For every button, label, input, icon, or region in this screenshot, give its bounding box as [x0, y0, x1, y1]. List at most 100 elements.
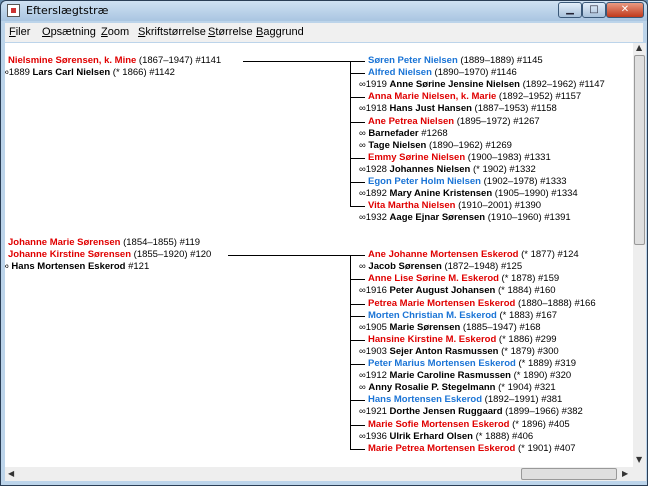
- spouse-row[interactable]: ∞1921 Dorthe Jensen Ruggaard (1899–1966)…: [359, 406, 583, 418]
- person-name: Hans Mortensen Eskerod: [368, 394, 483, 406]
- parent-row[interactable]: Nielsmine Sørensen, k. Mine (1867–1947) …: [8, 55, 221, 67]
- person-name: Alfred Nielsen: [368, 67, 432, 79]
- tree-branch-line: [350, 97, 365, 99]
- parent-row[interactable]: ∞1889 Lars Carl Nielsen (* 1866) #1142: [5, 67, 175, 79]
- tree-vertical-line: [350, 255, 351, 450]
- minimize-button[interactable]: ▁: [558, 2, 582, 18]
- spouse-row[interactable]: ∞1916 Peter August Johansen (* 1884) #16…: [359, 285, 556, 297]
- marriage-symbol: ∞1892: [359, 188, 390, 200]
- person-info: (* 1889) #319: [515, 358, 577, 369]
- person-info: (1902–1978) #1333: [480, 176, 567, 187]
- tree-branch-line: [350, 339, 365, 341]
- spouse-row[interactable]: ∞ Barnefader #1268: [359, 128, 448, 140]
- spouse-row[interactable]: ∞1912 Marie Caroline Rasmussen (* 1890) …: [359, 370, 571, 382]
- menu-opsætning[interactable]: Opsætning: [42, 26, 96, 38]
- close-button[interactable]: ✕: [606, 2, 644, 18]
- marriage-symbol: ∞1932: [359, 212, 390, 224]
- marriage-symbol: ∞: [359, 382, 369, 394]
- marriage-symbol: ∞1928: [359, 163, 390, 175]
- person-name: Sejer Anton Rasmussen: [389, 345, 499, 357]
- child-row[interactable]: Hans Mortensen Eskerod (1892–1991) #381: [368, 394, 562, 406]
- person-name: Aage Ejnar Sørensen: [389, 212, 486, 224]
- marriage-symbol: ∞1889: [5, 67, 33, 79]
- scroll-down-icon[interactable]: ▼: [636, 455, 642, 464]
- child-row[interactable]: Egon Peter Holm Nielsen (1902–1978) #133…: [368, 176, 567, 188]
- person-name: Tage Nielsen: [368, 139, 427, 151]
- spouse-row[interactable]: ∞ Jacob Sørensen (1872–1948) #125: [359, 261, 522, 273]
- child-row[interactable]: Marie Sofie Mortensen Eskerod (* 1896) #…: [368, 419, 570, 431]
- spouse-row[interactable]: ∞1918 Hans Just Hansen (1887–1953) #1158: [359, 103, 557, 115]
- child-row[interactable]: Petrea Marie Mortensen Eskerod (1880–188…: [368, 298, 596, 310]
- marriage-symbol: ∞: [359, 261, 369, 273]
- person-name: Peter Marius Mortensen Eskerod: [368, 358, 516, 369]
- child-row[interactable]: Anna Marie Nielsen, k. Marie (1892–1952)…: [368, 91, 581, 103]
- vertical-scroll-thumb[interactable]: [634, 55, 645, 245]
- vertical-scrollbar[interactable]: ▲ ▼: [633, 43, 646, 467]
- person-name: Anne Lise Sørine M. Eskerod: [368, 273, 499, 285]
- child-row[interactable]: Peter Marius Mortensen Eskerod (* 1889) …: [368, 358, 576, 370]
- person-name: Anna Marie Nielsen, k. Marie: [368, 91, 497, 103]
- person-info: (* 1866) #1142: [110, 67, 175, 79]
- menu-skriftstørrelse[interactable]: Skriftstørrelse: [138, 26, 206, 38]
- person-info: (1854–1855) #119: [120, 237, 201, 248]
- spouse-row[interactable]: ∞1936 Ulrik Erhard Olsen (* 1888) #406: [359, 431, 533, 443]
- horizontal-scrollbar[interactable]: ◀ ▶: [5, 467, 633, 481]
- spouse-row[interactable]: ∞ Tage Nielsen (1890–1962) #1269: [359, 140, 512, 152]
- person-name: Dorthe Jensen Ruggaard: [389, 406, 503, 418]
- scroll-left-icon[interactable]: ◀: [8, 469, 14, 478]
- tree-branch-line: [350, 61, 365, 62]
- person-info: #121: [125, 261, 150, 273]
- parent-row[interactable]: ∞ Hans Mortensen Eskerod #121: [5, 261, 149, 273]
- scroll-right-icon[interactable]: ▶: [622, 469, 628, 478]
- person-info: (* 1883) #167: [496, 309, 558, 321]
- child-row[interactable]: Emmy Sørine Nielsen (1900–1983) #1331: [368, 152, 551, 164]
- scroll-up-icon[interactable]: ▲: [636, 43, 642, 52]
- child-row[interactable]: Anne Lise Sørine M. Eskerod (* 1878) #15…: [368, 273, 559, 285]
- tree-canvas: Nielsmine Sørensen, k. Mine (1867–1947) …: [5, 43, 633, 467]
- title-bar[interactable]: Efterslægtstræ ▁ □ ✕: [1, 1, 647, 21]
- menu-bar: Filer Opsætning Zoom Skriftstørrelse Størrel…: [5, 23, 643, 42]
- person-name: Marie Petrea Mortensen Eskerod: [368, 442, 516, 454]
- menu-zoom[interactable]: Zoom: [101, 26, 129, 38]
- person-name: Anne Sørine Jensine Nielsen: [389, 79, 520, 91]
- tree-vertical-line: [350, 61, 351, 208]
- tree-branch-line: [350, 182, 365, 183]
- marriage-symbol: ∞: [359, 127, 369, 139]
- person-name: Marie Caroline Rasmussen: [389, 370, 511, 382]
- child-row[interactable]: Alfred Nielsen (1890–1970) #1146: [368, 67, 517, 79]
- horizontal-scroll-thumb[interactable]: [521, 468, 617, 480]
- spouse-row[interactable]: ∞1905 Marie Sørensen (1885–1947) #168: [359, 322, 541, 334]
- maximize-button[interactable]: □: [582, 2, 606, 18]
- person-info: (* 1877) #124: [518, 249, 579, 261]
- spouse-row[interactable]: ∞1892 Mary Anine Kristensen (1905–1990) …: [359, 188, 578, 200]
- child-row[interactable]: Ane Petrea Nielsen (1895–1972) #1267: [368, 116, 540, 128]
- marriage-symbol: ∞1903: [359, 345, 390, 357]
- spouse-row[interactable]: ∞1928 Johannes Nielsen (* 1902) #1332: [359, 164, 536, 176]
- person-name: Morten Christian M. Eskerod: [368, 309, 497, 321]
- spouse-row[interactable]: ∞ Anny Rosalie P. Stegelmann (* 1904) #3…: [359, 382, 556, 394]
- person-info: (1892–1952) #1157: [496, 91, 582, 103]
- person-info: (* 1888) #406: [472, 430, 534, 442]
- child-row[interactable]: Vita Martha Nielsen (1910–2001) #1390: [368, 200, 541, 212]
- marriage-symbol: ∞1921: [359, 406, 390, 418]
- marriage-symbol: ∞1916: [359, 285, 390, 297]
- person-name: Marie Sofie Mortensen Eskerod: [368, 418, 510, 430]
- child-row[interactable]: Søren Peter Nielsen (1889–1889) #1145: [368, 55, 543, 67]
- spouse-row[interactable]: ∞1903 Sejer Anton Rasmussen (* 1879) #30…: [359, 346, 559, 358]
- person-name: Johanne Kirstine Sørensen: [8, 249, 132, 261]
- child-row[interactable]: Morten Christian M. Eskerod (* 1883) #16…: [368, 310, 557, 322]
- child-row[interactable]: Marie Petrea Mortensen Eskerod (* 1901) …: [368, 443, 576, 455]
- person-info: (* 1904) #321: [495, 382, 556, 394]
- parent-row[interactable]: Johanne Marie Sørensen (1854–1855) #119: [8, 237, 200, 249]
- child-row[interactable]: Ane Johanne Mortensen Eskerod (* 1877) #…: [368, 249, 579, 261]
- person-info: (* 1896) #405: [509, 418, 570, 430]
- person-info: (1855–1920) #120: [131, 249, 212, 261]
- parent-row[interactable]: Johanne Kirstine Sørensen (1855–1920) #1…: [8, 249, 211, 261]
- menu-filer[interactable]: Filer: [9, 26, 30, 38]
- menu-størrelse[interactable]: Størrelse: [208, 26, 253, 38]
- child-row[interactable]: Hansine Kirstine M. Eskerod (* 1886) #29…: [368, 334, 557, 346]
- spouse-row[interactable]: ∞1919 Anne Sørine Jensine Nielsen (1892–…: [359, 79, 605, 91]
- person-name: Vita Martha Nielsen: [368, 200, 456, 212]
- menu-baggrund[interactable]: Baggrund: [256, 26, 304, 38]
- spouse-row[interactable]: ∞1932 Aage Ejnar Sørensen (1910–1960) #1…: [359, 212, 571, 224]
